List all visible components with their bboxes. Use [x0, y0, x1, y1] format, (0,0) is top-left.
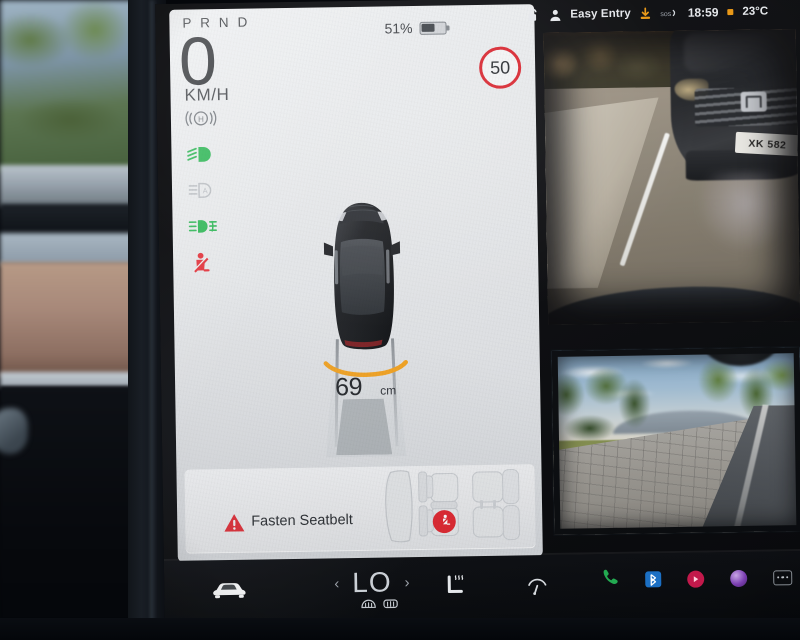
- photo-bottom-strip: [0, 618, 800, 640]
- seatbelt-warning-card[interactable]: Fasten Seatbelt: [184, 464, 536, 554]
- parking-path-center: [335, 398, 392, 455]
- car-front-icon[interactable]: [212, 582, 246, 606]
- cam-license-plate: XK 582: [734, 131, 800, 157]
- rear-defrost-icon[interactable]: [382, 597, 398, 615]
- outside-temperature: 23°C: [742, 5, 769, 18]
- unlocked-padlock-icon[interactable]: [527, 8, 540, 22]
- parking-distance-value: 69: [334, 372, 363, 402]
- comfort-controls: [444, 573, 548, 604]
- front-camera-feed[interactable]: XK 582: [543, 29, 800, 325]
- chevron-left-icon[interactable]: ‹: [334, 575, 339, 592]
- car-window-view: [0, 0, 140, 172]
- more-dots-icon[interactable]: [773, 569, 793, 585]
- profile-name[interactable]: Easy Entry: [570, 8, 631, 21]
- wiper-icon[interactable]: [526, 575, 548, 600]
- heated-seat-icon[interactable]: [444, 574, 470, 603]
- climate-temperature[interactable]: LO: [352, 566, 392, 598]
- assistant-orb-icon[interactable]: [730, 569, 748, 587]
- app-launcher: [600, 565, 793, 592]
- cam-car-badge: [740, 91, 767, 112]
- front-defrost-icon[interactable]: [360, 598, 376, 616]
- center-touchscreen[interactable]: Easy Entry sos 18:59 23°C XK 582 P R N D…: [155, 0, 800, 630]
- cam-car-hood-reflection: [683, 31, 785, 73]
- side-camera-image: [550, 346, 800, 535]
- svg-text:sos: sos: [661, 11, 673, 18]
- photo-scene: Easy Entry sos 18:59 23°C XK 582 P R N D…: [0, 0, 800, 640]
- bezel-highlight: [150, 0, 156, 640]
- seat-occupancy-diagram: [385, 469, 520, 543]
- download-icon[interactable]: [640, 7, 652, 20]
- defrost-controls: [360, 597, 398, 616]
- wood-dash-panel: [0, 262, 140, 377]
- media-play-icon[interactable]: [687, 570, 705, 588]
- drive-panel: P R N D 0 KM/H 51% 50 H A 69 cm Fasten S…: [169, 4, 543, 562]
- climate-control[interactable]: ‹ LO ›: [334, 566, 410, 598]
- cam2-trees-left: [550, 357, 654, 452]
- status-bar: Easy Entry sos 18:59 23°C: [527, 0, 799, 28]
- parking-distance-unit: cm: [380, 383, 397, 398]
- profile-icon[interactable]: [549, 8, 561, 21]
- side-camera-feed[interactable]: [550, 346, 800, 536]
- clock: 18:59: [687, 5, 719, 20]
- window-sill: [0, 165, 142, 207]
- front-camera-image: XK 582: [543, 29, 800, 325]
- seatbelt-warning-message: Fasten Seatbelt: [251, 512, 353, 530]
- ego-vehicle-icon: [323, 202, 401, 350]
- cam-lens-flare: [697, 171, 795, 253]
- warning-triangle-icon: [224, 514, 245, 532]
- dashboard-trim: [0, 233, 142, 265]
- phone-icon[interactable]: [600, 568, 619, 592]
- dashboard-gap: [0, 204, 142, 236]
- climate-status-dot: [727, 9, 734, 16]
- signal-icon: sos: [661, 7, 679, 19]
- chevron-right-icon[interactable]: ›: [404, 574, 409, 591]
- bluetooth-icon[interactable]: [645, 571, 662, 588]
